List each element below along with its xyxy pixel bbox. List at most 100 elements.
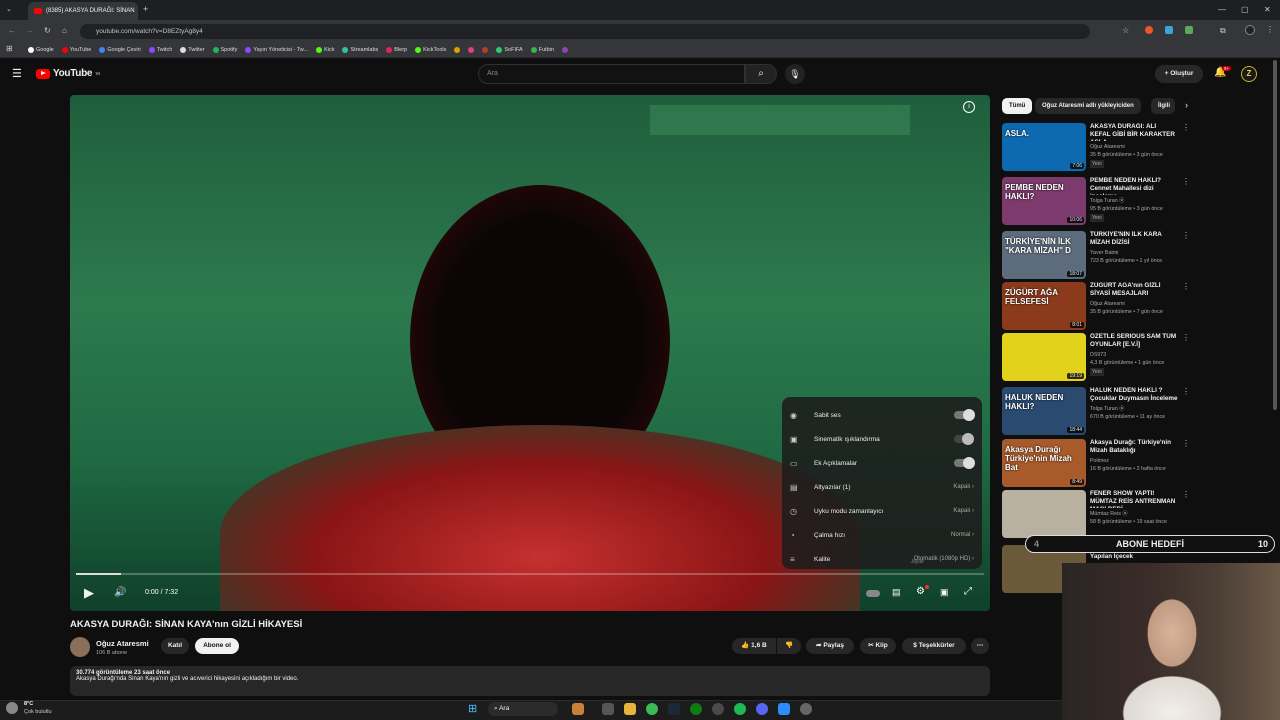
apps-grid-icon[interactable]: ⊞	[6, 44, 13, 53]
new-tab-icon[interactable]: +	[143, 4, 148, 14]
recommended-item[interactable]: 19:19 ÖZETLE SERIOUS SAM TÜM OYUNLAR [E.V…	[1002, 333, 1192, 383]
voice-search-button[interactable]: 🎙	[785, 64, 805, 84]
video-thumbnail[interactable]: 19:19	[1002, 333, 1086, 381]
more-options-icon[interactable]: ⋮	[1182, 177, 1192, 227]
clip-button[interactable]: ✂ Klip	[860, 638, 896, 654]
like-button[interactable]: 👍 1,6 B	[732, 638, 776, 654]
video-thumbnail[interactable]: ASLA. 7:06	[1002, 123, 1086, 171]
video-thumbnail[interactable]: HALUK NEDEN HAKLI? 18:44	[1002, 387, 1086, 435]
task-view-icon[interactable]	[602, 703, 614, 715]
close-window-icon[interactable]: ✕	[1264, 5, 1271, 14]
description-box[interactable]: 30.774 görüntüleme 23 saat önce Akasya D…	[70, 666, 990, 696]
search-button[interactable]: ⌕	[745, 64, 777, 84]
steam-icon[interactable]	[668, 703, 680, 715]
subtitles-cc-icon[interactable]: ▤	[892, 587, 901, 598]
more-options-icon[interactable]: ⋮	[1182, 387, 1192, 437]
info-icon[interactable]: i	[963, 101, 975, 113]
browser-menu-icon[interactable]: ⋮	[1266, 25, 1274, 34]
recommended-item[interactable]: PEMBE NEDEN HAKLI? 10:06 PEMBE NEDEN HAKLI…	[1002, 177, 1192, 227]
more-options-icon[interactable]: ⋮	[1182, 282, 1192, 332]
recommended-item[interactable]: HALUK NEDEN HAKLI? 18:44 HALUK NEDEN HAKLI…	[1002, 387, 1192, 437]
settings-sleep-timer[interactable]: ◷ Uyku modu zamanlayıcı Kapalı ›	[782, 499, 982, 523]
bookmark-kick[interactable]: Kick	[316, 46, 334, 53]
youtube-logo[interactable]: YouTube TR	[36, 68, 100, 79]
settings-playback-speed[interactable]: ◔ Çalma hızı Normal ›	[782, 523, 982, 547]
settings-gear-icon[interactable]: ⚙	[916, 586, 925, 597]
app-icon[interactable]	[800, 703, 812, 715]
bookmark-misc[interactable]	[482, 46, 489, 53]
widgets-icon[interactable]	[572, 703, 584, 715]
settings-subtitles[interactable]: ▤ Altyazılar (1) Kapalı ›	[782, 475, 982, 499]
page-scrollbar[interactable]	[1273, 60, 1277, 410]
hamburger-menu-icon[interactable]: ☰	[12, 67, 22, 80]
home-icon[interactable]: ⌂	[62, 26, 67, 35]
more-options-icon[interactable]: ⋮	[1182, 333, 1192, 383]
recommended-item[interactable]: TÜRKİYE'NİN İLK "KARA MİZAH" D 18:07 TÜRKİ…	[1002, 231, 1192, 281]
join-button[interactable]: Katıl	[161, 638, 189, 654]
extension-icon[interactable]	[1165, 26, 1173, 34]
bookmark-kicktools[interactable]: KickTools	[415, 46, 446, 53]
taskbar-search[interactable]: ⌕ Ara	[488, 702, 558, 716]
search-input[interactable]: Ara	[478, 64, 745, 84]
video-thumbnail[interactable]: TÜRKİYE'NİN İLK "KARA MİZAH" D 18:07	[1002, 231, 1086, 279]
more-options-icon[interactable]: ⋮	[1182, 123, 1192, 173]
more-options-icon[interactable]: ⋮	[1182, 439, 1192, 489]
xbox-icon[interactable]	[690, 703, 702, 715]
bookmark-star-icon[interactable]: ☆	[1122, 26, 1129, 35]
bookmark-misc[interactable]	[454, 46, 461, 53]
app-icon[interactable]	[778, 703, 790, 715]
create-button[interactable]: + Oluştur	[1155, 65, 1203, 83]
channel-name[interactable]: Oğuz Ataresmi	[96, 639, 149, 648]
settings-annotations[interactable]: ▭ Ek Açıklamalar	[782, 451, 982, 475]
bookmark-misc[interactable]	[562, 46, 568, 53]
account-avatar[interactable]: Z	[1241, 66, 1257, 82]
bookmark-google[interactable]: Google	[28, 46, 54, 53]
bookmark-spotify[interactable]: Spotify	[212, 46, 237, 53]
autoplay-toggle[interactable]	[866, 590, 880, 597]
obs-icon[interactable]	[712, 703, 724, 715]
miniplayer-icon[interactable]: ▣	[940, 587, 949, 598]
tab-search-icon[interactable]: ⌄	[6, 5, 12, 13]
chevron-right-icon[interactable]: ›	[1185, 100, 1188, 110]
browser-tab[interactable]: (8385) AKASYA DURAĞI: SİNAN✕	[28, 2, 138, 20]
recommended-item[interactable]: FENER SHOW YAPTI! MÜMTAZ REİS ANTRENMAN …	[1002, 490, 1192, 540]
settings-quality[interactable]: ≡ Kalite Otomatik (1080p HD) ›	[782, 547, 982, 571]
recommended-item[interactable]: Akasya Durağı Türkiye'nin Mizah Bat 8:49 A…	[1002, 439, 1192, 489]
share-button[interactable]: ➦ Paylaş	[806, 638, 854, 654]
thanks-button[interactable]: $ Teşekkürler	[902, 638, 966, 654]
video-thumbnail[interactable]	[1002, 490, 1086, 538]
windows-start-icon[interactable]: ⊞	[468, 702, 477, 715]
maximize-icon[interactable]: ▢	[1241, 5, 1249, 14]
bookmark-twitch[interactable]: Twitch	[148, 46, 172, 53]
extension-icon[interactable]	[1145, 26, 1153, 34]
forward-icon[interactable]: →	[26, 26, 34, 35]
bookmark-sofifa[interactable]: SoFIFA	[496, 46, 523, 53]
dislike-button[interactable]: 👎	[777, 638, 801, 654]
back-icon[interactable]: ←	[8, 26, 16, 35]
profile-avatar[interactable]	[1245, 25, 1255, 35]
annotations-toggle[interactable]	[954, 457, 975, 469]
bookmark-creator-dashboard[interactable]: Yayın Yöneticisi - Tw...	[245, 46, 308, 53]
video-thumbnail[interactable]: PEMBE NEDEN HAKLI? 10:06	[1002, 177, 1086, 225]
ambient-mode-toggle[interactable]	[954, 433, 974, 445]
extensions-puzzle-icon[interactable]: ⧉	[1220, 26, 1226, 36]
recommended-item[interactable]: ASLA. 7:06 AKASYA DURAĞI: ALİ KEFAL GİBİ B…	[1002, 123, 1192, 173]
weather-icon[interactable]	[6, 702, 18, 714]
reload-icon[interactable]: ↻	[44, 26, 51, 35]
more-actions-icon[interactable]: ⋯	[971, 638, 989, 654]
chip-related[interactable]: İlgili	[1151, 98, 1175, 114]
play-icon[interactable]: ▶	[84, 585, 94, 601]
spotify-icon[interactable]	[734, 703, 746, 715]
video-player[interactable]: i ◉ Sabit ses ▣ Sinematik ışıklandırma ▭ Ek…	[70, 95, 990, 611]
bookmark-blerp[interactable]: Blerp	[386, 46, 407, 53]
stable-volume-toggle[interactable]	[954, 409, 975, 421]
subscribe-button[interactable]: Abone ol	[195, 638, 239, 654]
bookmark-streamlabs[interactable]: Streamlabs	[342, 46, 378, 53]
video-thumbnail[interactable]: ZÜGÜRT AĞA FELSEFESİ 8:01	[1002, 282, 1086, 330]
file-explorer-icon[interactable]	[624, 703, 636, 715]
progress-bar[interactable]	[76, 573, 984, 575]
recommended-item[interactable]: ZÜGÜRT AĞA FELSEFESİ 8:01 ZÜGÜRT AĞA'nın G…	[1002, 282, 1192, 332]
more-options-icon[interactable]: ⋮	[1182, 490, 1192, 540]
bookmark-translate[interactable]: Google Çeviri	[99, 46, 141, 53]
bookmark-futbin[interactable]: Futbin	[530, 46, 554, 53]
